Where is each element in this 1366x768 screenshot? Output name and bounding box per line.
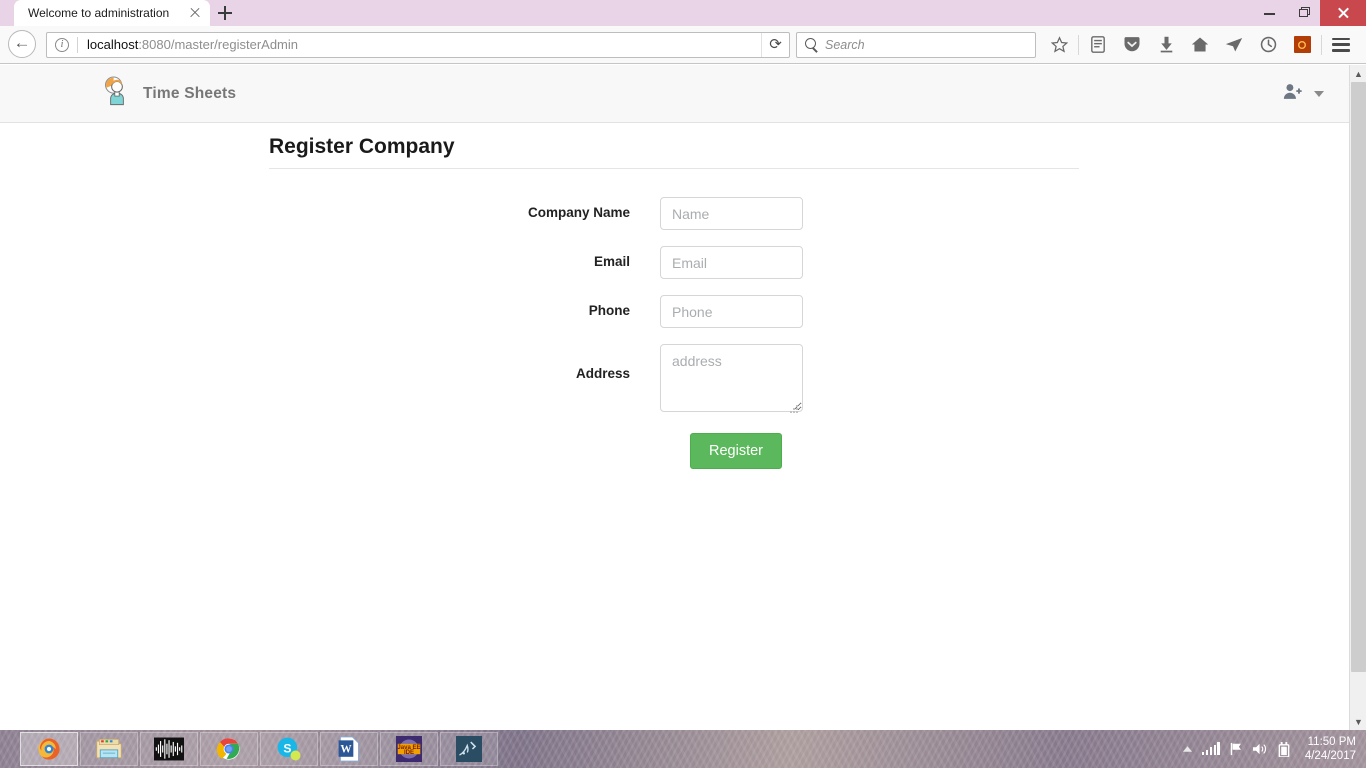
network-signal-icon[interactable]: [1201, 742, 1220, 755]
user-clock-logo: [100, 74, 134, 113]
send-tab-icon[interactable]: [1217, 29, 1251, 61]
page-title: Register Company: [269, 135, 1079, 169]
library-icon[interactable]: [1081, 29, 1115, 61]
svg-text:W: W: [340, 743, 352, 755]
browser-window: Welcome to administration ← i localhost:…: [0, 0, 1366, 730]
downloads-icon[interactable]: [1149, 29, 1183, 61]
search-placeholder: Search: [825, 37, 865, 52]
email-input[interactable]: [660, 246, 803, 279]
user-add-icon: [1283, 83, 1302, 105]
tab-close-icon[interactable]: [186, 4, 204, 22]
reload-icon: ⟳: [769, 36, 782, 53]
show-hidden-icons[interactable]: [1182, 745, 1193, 754]
search-bar[interactable]: Search: [796, 31, 1036, 58]
taskbar-item-chrome[interactable]: [200, 732, 258, 766]
page-body: Register Company Company Name Email Phon…: [0, 123, 1349, 469]
tab-strip: Welcome to administration: [0, 0, 1366, 26]
form-row-address: Address: [0, 344, 1349, 417]
taskbar-item-audio-editor[interactable]: [140, 732, 198, 766]
url-path: :8080/master/registerAdmin: [138, 37, 298, 52]
scroll-down-button[interactable]: ▼: [1350, 713, 1366, 730]
menu-icon[interactable]: [1324, 29, 1358, 61]
actions-spacer: [0, 433, 660, 469]
taskbar-item-mysql-workbench[interactable]: [440, 732, 498, 766]
toolbar-divider: [1078, 34, 1079, 55]
user-menu[interactable]: [1283, 83, 1324, 105]
clock-date: 4/24/2017: [1304, 750, 1356, 762]
window-controls: [1252, 0, 1366, 26]
signal-bars: [1201, 742, 1220, 755]
phone-input[interactable]: [660, 295, 803, 328]
address-field-wrapper: [660, 344, 803, 417]
toolbar-divider-2: [1321, 34, 1322, 55]
address-bar-url: localhost:8080/master/registerAdmin: [78, 37, 761, 52]
scrollbar-thumb[interactable]: [1351, 82, 1366, 672]
page-scrollbar[interactable]: ▲ ▼: [1349, 65, 1366, 730]
navigation-toolbar: ← i localhost:8080/master/registerAdmin …: [0, 26, 1366, 64]
taskbar-app-buttons: S W Java EE IDE: [0, 732, 498, 766]
scroll-up-button[interactable]: ▲: [1350, 65, 1366, 82]
hamburger-glyph: [1332, 37, 1350, 52]
form-row-email: Email: [0, 246, 1349, 279]
brand-name: Time Sheets: [143, 84, 237, 102]
pocket-icon[interactable]: [1115, 29, 1149, 61]
info-glyph: i: [55, 37, 69, 52]
system-tray: 11:50 PM 4/24/2017: [1182, 730, 1366, 768]
battery-icon[interactable]: [1277, 741, 1291, 757]
label-phone: Phone: [588, 303, 630, 318]
tab-welcome-to-administration[interactable]: Welcome to administration: [14, 0, 210, 26]
taskbar-item-word[interactable]: W: [320, 732, 378, 766]
brand[interactable]: Time Sheets: [100, 74, 236, 113]
label-company-name: Company Name: [527, 205, 630, 220]
url-host: localhost: [87, 37, 139, 52]
addon-badge: [1293, 36, 1311, 53]
form-row-company-name: Company Name: [0, 197, 1349, 230]
company-name-input[interactable]: [660, 197, 803, 230]
app-header: Time Sheets: [0, 65, 1349, 123]
search-icon: [805, 38, 818, 51]
back-button[interactable]: ←: [8, 29, 38, 60]
label-email: Email: [593, 254, 630, 269]
clock[interactable]: 11:50 PM 4/24/2017: [1305, 735, 1356, 763]
window-restore-button[interactable]: [1286, 0, 1320, 26]
flag-notification-icon[interactable]: [1229, 742, 1243, 756]
sync-history-icon[interactable]: [1251, 29, 1285, 61]
clock-time: 11:50 PM: [1307, 736, 1356, 748]
restore-icon-front: [1299, 9, 1308, 17]
register-button[interactable]: Register: [690, 433, 782, 469]
taskbar-item-java-ee-ide[interactable]: Java EE IDE: [380, 732, 438, 766]
addon-badge-icon[interactable]: [1285, 29, 1319, 61]
label-address: Address: [575, 366, 630, 381]
window-minimize-button[interactable]: [1252, 0, 1286, 26]
address-textarea[interactable]: [660, 344, 803, 412]
back-icon: ←: [8, 29, 36, 58]
taskbar-item-skype[interactable]: S: [260, 732, 318, 766]
register-company-form: Company Name Email Phone Address: [0, 197, 1349, 469]
window-close-button[interactable]: [1320, 0, 1366, 26]
taskbar-item-file-explorer[interactable]: [80, 732, 138, 766]
bookmark-star-icon[interactable]: [1042, 29, 1076, 61]
back-arrow-glyph: ←: [13, 33, 31, 52]
identity-info-icon[interactable]: i: [47, 37, 77, 52]
new-tab-button[interactable]: [210, 0, 240, 26]
taskbar-item-firefox[interactable]: [20, 732, 78, 766]
svg-text:S: S: [283, 741, 291, 755]
tab-title: Welcome to administration: [28, 6, 170, 20]
home-icon[interactable]: [1183, 29, 1217, 61]
address-bar[interactable]: i localhost:8080/master/registerAdmin ⟳: [46, 31, 790, 58]
reload-button[interactable]: ⟳: [761, 32, 789, 57]
windows-taskbar: S W Java EE IDE 11:50 PM 4/24/2017: [0, 730, 1366, 768]
browser-toolbar-icons: [1036, 29, 1358, 61]
chevron-down-icon: [1314, 90, 1324, 97]
svg-text:IDE: IDE: [404, 750, 414, 756]
volume-icon[interactable]: [1252, 742, 1268, 756]
form-row-phone: Phone: [0, 295, 1349, 328]
page-viewport: Time Sheets Register Company Company Nam…: [0, 65, 1349, 730]
form-actions: Register: [0, 433, 1349, 469]
